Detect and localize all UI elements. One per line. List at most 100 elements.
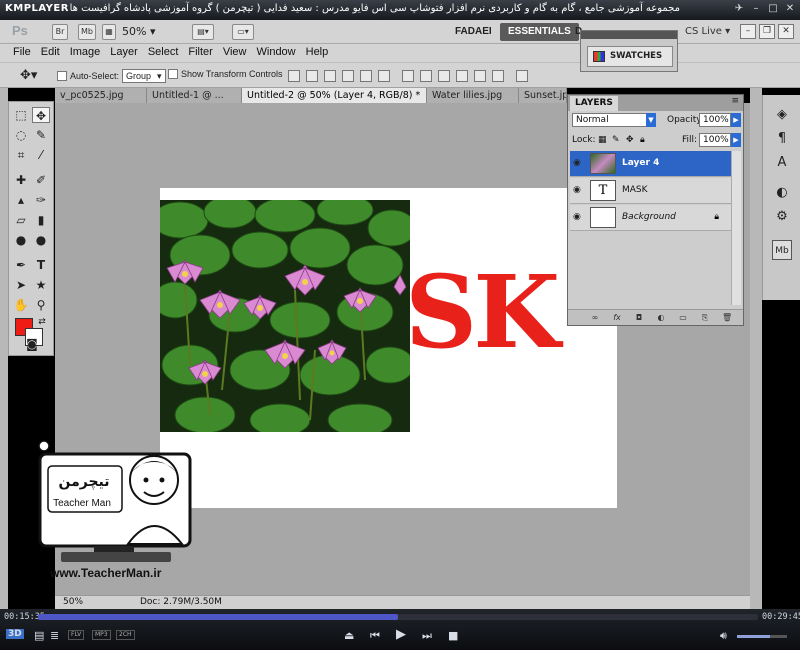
zoom-tool-icon[interactable]: ⚲ bbox=[32, 297, 50, 313]
auto-select-dropdown[interactable]: Group ▾ bbox=[122, 69, 166, 83]
tab-v-pc0525[interactable]: v_pc0525.jpg bbox=[55, 88, 147, 103]
fill-input[interactable]: 100% bbox=[699, 133, 731, 147]
align-bottom-icon[interactable] bbox=[324, 70, 336, 82]
link-layers-icon[interactable]: ∞ bbox=[590, 313, 600, 323]
move-tool-preset-icon[interactable]: ✥▾ bbox=[20, 67, 37, 83]
gradient-tool-icon[interactable]: ▮ bbox=[32, 212, 50, 228]
quick-mask-icon[interactable]: ◙ bbox=[21, 336, 43, 352]
eyedropper-tool-icon[interactable]: ⁄ bbox=[32, 147, 50, 163]
pin-icon[interactable]: ✈ bbox=[733, 3, 745, 15]
stop-icon[interactable]: ■ bbox=[448, 629, 458, 642]
chevron-down-icon[interactable]: ▼ bbox=[646, 113, 656, 127]
adjustments-panel-icon[interactable]: A bbox=[772, 153, 792, 173]
clone-stamp-tool-icon[interactable]: ▴ bbox=[12, 192, 30, 208]
distribute-vcenter-icon[interactable] bbox=[420, 70, 432, 82]
new-group-icon[interactable]: ▭ bbox=[678, 313, 688, 323]
path-selection-tool-icon[interactable]: ➤ bbox=[12, 277, 30, 293]
menu-filter[interactable]: Filter bbox=[183, 44, 217, 62]
masks-panel-icon[interactable]: ⚙ bbox=[772, 207, 792, 227]
panel-menu-icon[interactable]: ≡ bbox=[731, 96, 739, 106]
layer-row[interactable]: ◉ T MASK bbox=[570, 178, 731, 204]
cs-live-button[interactable]: CS Live ▾ bbox=[685, 26, 730, 37]
healing-brush-tool-icon[interactable]: ✚ bbox=[12, 172, 30, 188]
lock-pixels-icon[interactable]: ✎ bbox=[612, 135, 620, 145]
playlist-icon[interactable]: ▤ bbox=[34, 629, 44, 642]
restore-icon[interactable]: ❐ bbox=[759, 24, 775, 39]
align-top-icon[interactable] bbox=[288, 70, 300, 82]
distribute-bottom-icon[interactable] bbox=[438, 70, 450, 82]
distribute-left-icon[interactable] bbox=[456, 70, 468, 82]
align-left-icon[interactable] bbox=[342, 70, 354, 82]
eye-icon[interactable]: ◉ bbox=[573, 158, 585, 168]
seek-bar[interactable] bbox=[38, 614, 758, 620]
crop-tool-icon[interactable]: ⌗ bbox=[12, 147, 30, 163]
history-brush-tool-icon[interactable]: ✑ bbox=[32, 192, 50, 208]
brush-tool-icon[interactable]: ✐ bbox=[32, 172, 50, 188]
distribute-right-icon[interactable] bbox=[492, 70, 504, 82]
tab-untitled-2[interactable]: Untitled-2 @ 50% (Layer 4, RGB/8) * bbox=[242, 88, 427, 103]
close-icon[interactable]: ✕ bbox=[778, 24, 794, 39]
pen-tool-icon[interactable]: ✒ bbox=[12, 257, 30, 273]
distribute-top-icon[interactable] bbox=[402, 70, 414, 82]
extras-icon[interactable]: ▦ bbox=[102, 24, 116, 40]
lock-transparency-icon[interactable]: ▦ bbox=[598, 135, 607, 145]
adjustment-layer-icon[interactable]: ◐ bbox=[656, 313, 666, 323]
layer-style-icon[interactable]: fx bbox=[612, 313, 622, 323]
mini-bridge-button[interactable]: Mb bbox=[78, 24, 96, 40]
layers-scrollbar[interactable] bbox=[731, 151, 741, 305]
opacity-arrow-icon[interactable]: ▶ bbox=[731, 113, 741, 127]
menu-file[interactable]: File bbox=[8, 44, 36, 62]
menu-window[interactable]: Window bbox=[252, 44, 301, 62]
eraser-tool-icon[interactable]: ▱ bbox=[12, 212, 30, 228]
zoom-select[interactable]: 50% ▾ bbox=[122, 25, 155, 38]
align-right-icon[interactable] bbox=[378, 70, 390, 82]
delete-layer-icon[interactable]: 🗑︎ bbox=[722, 313, 732, 323]
fill-arrow-icon[interactable]: ▶ bbox=[731, 133, 741, 147]
3d-button[interactable]: 3D bbox=[6, 629, 24, 639]
next-icon[interactable]: ⏭ bbox=[422, 629, 432, 643]
minimize-icon[interactable]: – bbox=[740, 24, 756, 39]
layer-row[interactable]: ◉ Layer 4 bbox=[570, 151, 731, 177]
lasso-tool-icon[interactable]: ◌ bbox=[12, 127, 30, 143]
swatches-button[interactable]: SWATCHES bbox=[587, 46, 673, 67]
new-layer-icon[interactable]: ⎘ bbox=[700, 313, 710, 323]
color-panel-icon[interactable]: ◈ bbox=[772, 105, 792, 125]
marquee-tool-icon[interactable]: ⬚ bbox=[12, 107, 30, 123]
auto-select-checkbox[interactable] bbox=[57, 71, 67, 81]
swap-colors-icon[interactable]: ⇄ bbox=[33, 314, 51, 330]
previous-icon[interactable]: ⏮ bbox=[370, 629, 380, 643]
menu-image[interactable]: Image bbox=[65, 44, 106, 62]
menu-edit[interactable]: Edit bbox=[36, 44, 65, 62]
add-mask-icon[interactable]: ◘ bbox=[634, 313, 644, 323]
show-transform-checkbox[interactable] bbox=[168, 69, 178, 79]
settings-icon[interactable]: ≣ bbox=[50, 629, 59, 642]
dodge-tool-icon[interactable]: ● bbox=[32, 232, 50, 248]
type-tool-icon[interactable]: T bbox=[32, 257, 50, 273]
bridge-button[interactable]: Br bbox=[52, 24, 68, 40]
paragraph-panel-icon[interactable]: ¶ bbox=[772, 129, 792, 149]
align-vcenter-icon[interactable] bbox=[306, 70, 318, 82]
close-icon[interactable]: ✕ bbox=[784, 3, 796, 15]
opacity-input[interactable]: 100% bbox=[699, 113, 731, 127]
styles-panel-icon[interactable]: ◐ bbox=[772, 183, 792, 203]
align-hcenter-icon[interactable] bbox=[360, 70, 372, 82]
mini-bridge-panel-icon[interactable]: Mb bbox=[772, 240, 792, 260]
tab-untitled-1[interactable]: Untitled-1 @ ... bbox=[147, 88, 242, 103]
status-zoom[interactable]: 50% bbox=[63, 597, 83, 607]
status-doc-size[interactable]: Doc: 2.79M/3.50M bbox=[140, 597, 222, 607]
quick-selection-tool-icon[interactable]: ✎ bbox=[32, 127, 50, 143]
eject-icon[interactable]: ⏏ bbox=[344, 629, 354, 642]
hand-tool-icon[interactable]: ✋ bbox=[12, 297, 30, 313]
minimize-icon[interactable]: – bbox=[750, 3, 762, 15]
menu-select[interactable]: Select bbox=[143, 44, 184, 62]
tab-layers[interactable]: LAYERS bbox=[570, 96, 618, 111]
move-tool-icon[interactable]: ✥ bbox=[32, 107, 50, 123]
workspace-fadaei[interactable]: FADAEI bbox=[447, 23, 500, 41]
volume-icon[interactable]: 🔊︎ bbox=[720, 629, 727, 643]
maximize-icon[interactable]: □ bbox=[767, 3, 779, 15]
eye-icon[interactable]: ◉ bbox=[573, 185, 585, 195]
auto-align-icon[interactable] bbox=[516, 70, 528, 82]
tab-water-lilies[interactable]: Water lilies.jpg bbox=[427, 88, 519, 103]
distribute-hcenter-icon[interactable] bbox=[474, 70, 486, 82]
volume-slider[interactable] bbox=[737, 635, 787, 638]
